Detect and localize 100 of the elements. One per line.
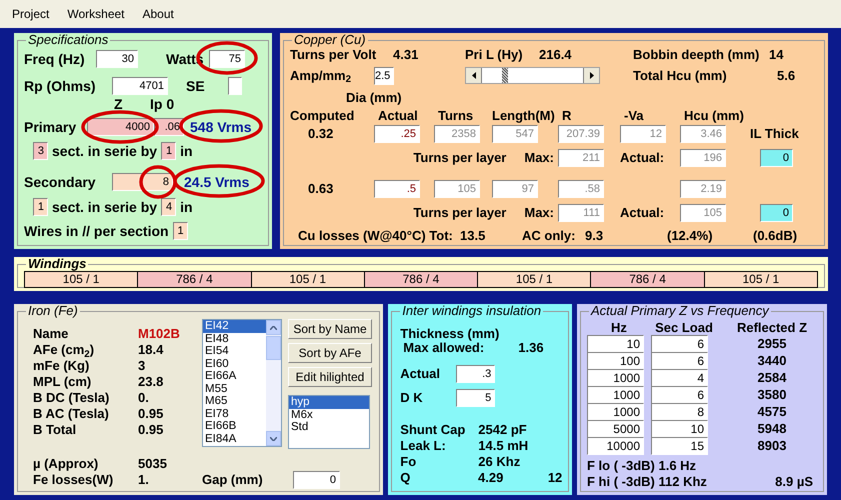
winding-cell: 105 / 1 <box>478 271 592 288</box>
scroll-right-button[interactable] <box>583 68 599 83</box>
field-label: Thickness (mm) <box>400 325 500 340</box>
value-text: 14.5 mH <box>478 437 530 456</box>
field-label: Turns <box>437 107 474 125</box>
list-item[interactable]: hyp <box>289 396 369 408</box>
field-label: B Total <box>33 421 78 440</box>
list-item[interactable]: Std <box>289 421 369 434</box>
field-label: Reflected Z <box>736 319 808 337</box>
input-field[interactable]: 5 <box>456 389 496 407</box>
value-text: 5035 <box>138 455 167 474</box>
list-item[interactable]: EI66B <box>203 420 266 432</box>
list-item[interactable]: M6x <box>289 408 369 421</box>
field-label: Leak L: <box>400 437 447 456</box>
list-item[interactable]: EI78 <box>203 408 266 420</box>
input-field[interactable]: 6 <box>651 352 708 370</box>
list-item[interactable]: EI66A <box>203 370 266 382</box>
value-text: 216.4 <box>539 46 573 64</box>
field-label: Turns per layer <box>413 204 506 222</box>
input-field[interactable]: .3 <box>456 365 496 383</box>
input-field[interactable]: 2.19 <box>680 180 726 198</box>
input-field[interactable]: 4000 <box>87 118 154 136</box>
field-label: Bobbin deepth (mm) <box>633 46 760 64</box>
slider-thumb[interactable] <box>502 68 508 83</box>
input-field[interactable]: 10000 <box>587 436 644 455</box>
menu-item[interactable]: Worksheet <box>65 5 126 23</box>
field-label: Turns per layer <box>413 149 506 168</box>
input-field[interactable]: 8 <box>651 402 708 421</box>
field-label: Total Hcu (mm) <box>633 66 728 85</box>
value-text: 3440 <box>756 352 788 370</box>
input-field[interactable] <box>228 77 242 95</box>
field-label: AC only: <box>522 227 576 246</box>
list-item[interactable]: EI54 <box>203 345 266 358</box>
value-text: 3 <box>138 357 146 376</box>
input-field[interactable]: 10 <box>651 420 708 438</box>
field-label: Pri L (Hy) <box>465 46 524 64</box>
input-field[interactable]: 0 <box>760 149 793 167</box>
field-label: MPL (cm) <box>33 373 92 392</box>
input-field[interactable]: 6 <box>651 386 708 404</box>
list-item[interactable]: M65 <box>203 395 266 408</box>
list-item[interactable]: EI84A <box>203 432 266 445</box>
list-item[interactable]: EI48 <box>203 332 266 345</box>
value-text: (12.4%) <box>667 227 714 246</box>
menu-item[interactable]: About <box>140 5 176 23</box>
input-field[interactable]: 4 <box>161 198 176 216</box>
scrollbar[interactable] <box>266 320 281 446</box>
input-field[interactable]: 4 <box>651 368 708 387</box>
input-field[interactable]: 1000 <box>587 402 644 421</box>
panel-title: Specifications <box>27 33 110 47</box>
value-text: 2955 <box>756 335 788 353</box>
input-field[interactable]: 4701 <box>112 77 168 95</box>
field-label: B DC (Tesla) <box>33 389 110 408</box>
input-field[interactable]: 1 <box>161 142 176 160</box>
input-field[interactable]: 1000 <box>587 386 644 404</box>
list-item[interactable]: EI60 <box>203 358 266 370</box>
panel-title: Copper (Cu) <box>293 33 367 47</box>
input-field[interactable]: 30 <box>96 50 138 68</box>
menu-item[interactable]: Project <box>10 5 52 23</box>
value-text: 9.3 <box>585 227 604 246</box>
input-field[interactable]: .5 <box>374 180 420 198</box>
field-label: Max: <box>524 204 554 222</box>
core-list[interactable]: EI42 EI48 EI54 EI60 EI66A M55 M65 EI78 EI66B EI84A <box>202 319 282 447</box>
value-text: 24.5 Vrms <box>184 174 250 190</box>
input-field[interactable]: 2.5 <box>374 66 394 84</box>
value-text: 12 <box>548 469 562 488</box>
input-field[interactable]: .25 <box>374 125 420 143</box>
input-field[interactable]: 3.46 <box>680 125 726 143</box>
field-label: Ip 0 <box>150 95 174 114</box>
input-field[interactable]: 5000 <box>587 420 644 438</box>
value-text: 13.5 <box>460 227 486 246</box>
action-button[interactable]: Edit hilighted <box>288 367 372 387</box>
scroll-left-button[interactable] <box>466 68 482 83</box>
input-field[interactable]: 75 <box>209 50 245 68</box>
value-text: 0.32 <box>307 125 334 144</box>
action-button[interactable]: Sort by Name <box>288 319 372 339</box>
value-text: 3580 <box>756 386 788 404</box>
field-label: Turns per Volt <box>290 47 378 64</box>
input-field[interactable]: 100 <box>587 352 644 370</box>
action-button[interactable]: Sort by AFe <box>288 343 372 363</box>
input-field[interactable]: 0 <box>760 204 793 222</box>
slider[interactable] <box>465 67 600 84</box>
input-field[interactable]: 1 <box>172 222 188 240</box>
input-field[interactable]: 8 <box>112 173 173 191</box>
input-field[interactable]: 0 <box>293 471 340 489</box>
list-item[interactable]: M55 <box>203 382 266 395</box>
value-text: 0.95 <box>138 405 164 424</box>
panel-title: Windings <box>27 257 88 271</box>
input-field[interactable]: 15 <box>651 436 708 455</box>
input-field[interactable]: 1000 <box>587 368 644 387</box>
input-field[interactable]: 1 <box>33 198 48 216</box>
input-field[interactable]: 10 <box>587 334 644 353</box>
value-text: 0.63 <box>307 180 334 198</box>
winding-cell: 105 / 1 <box>704 271 818 288</box>
input-field[interactable]: 3 <box>33 142 48 160</box>
list-item[interactable]: EI42 <box>203 320 266 332</box>
input-field[interactable]: 6 <box>651 334 708 353</box>
scroll-thumb[interactable] <box>266 336 281 360</box>
field-label: Wires in // per section <box>24 222 169 241</box>
material-list[interactable]: hyp M6x Std <box>288 395 370 449</box>
field-label: Computed <box>290 107 356 125</box>
